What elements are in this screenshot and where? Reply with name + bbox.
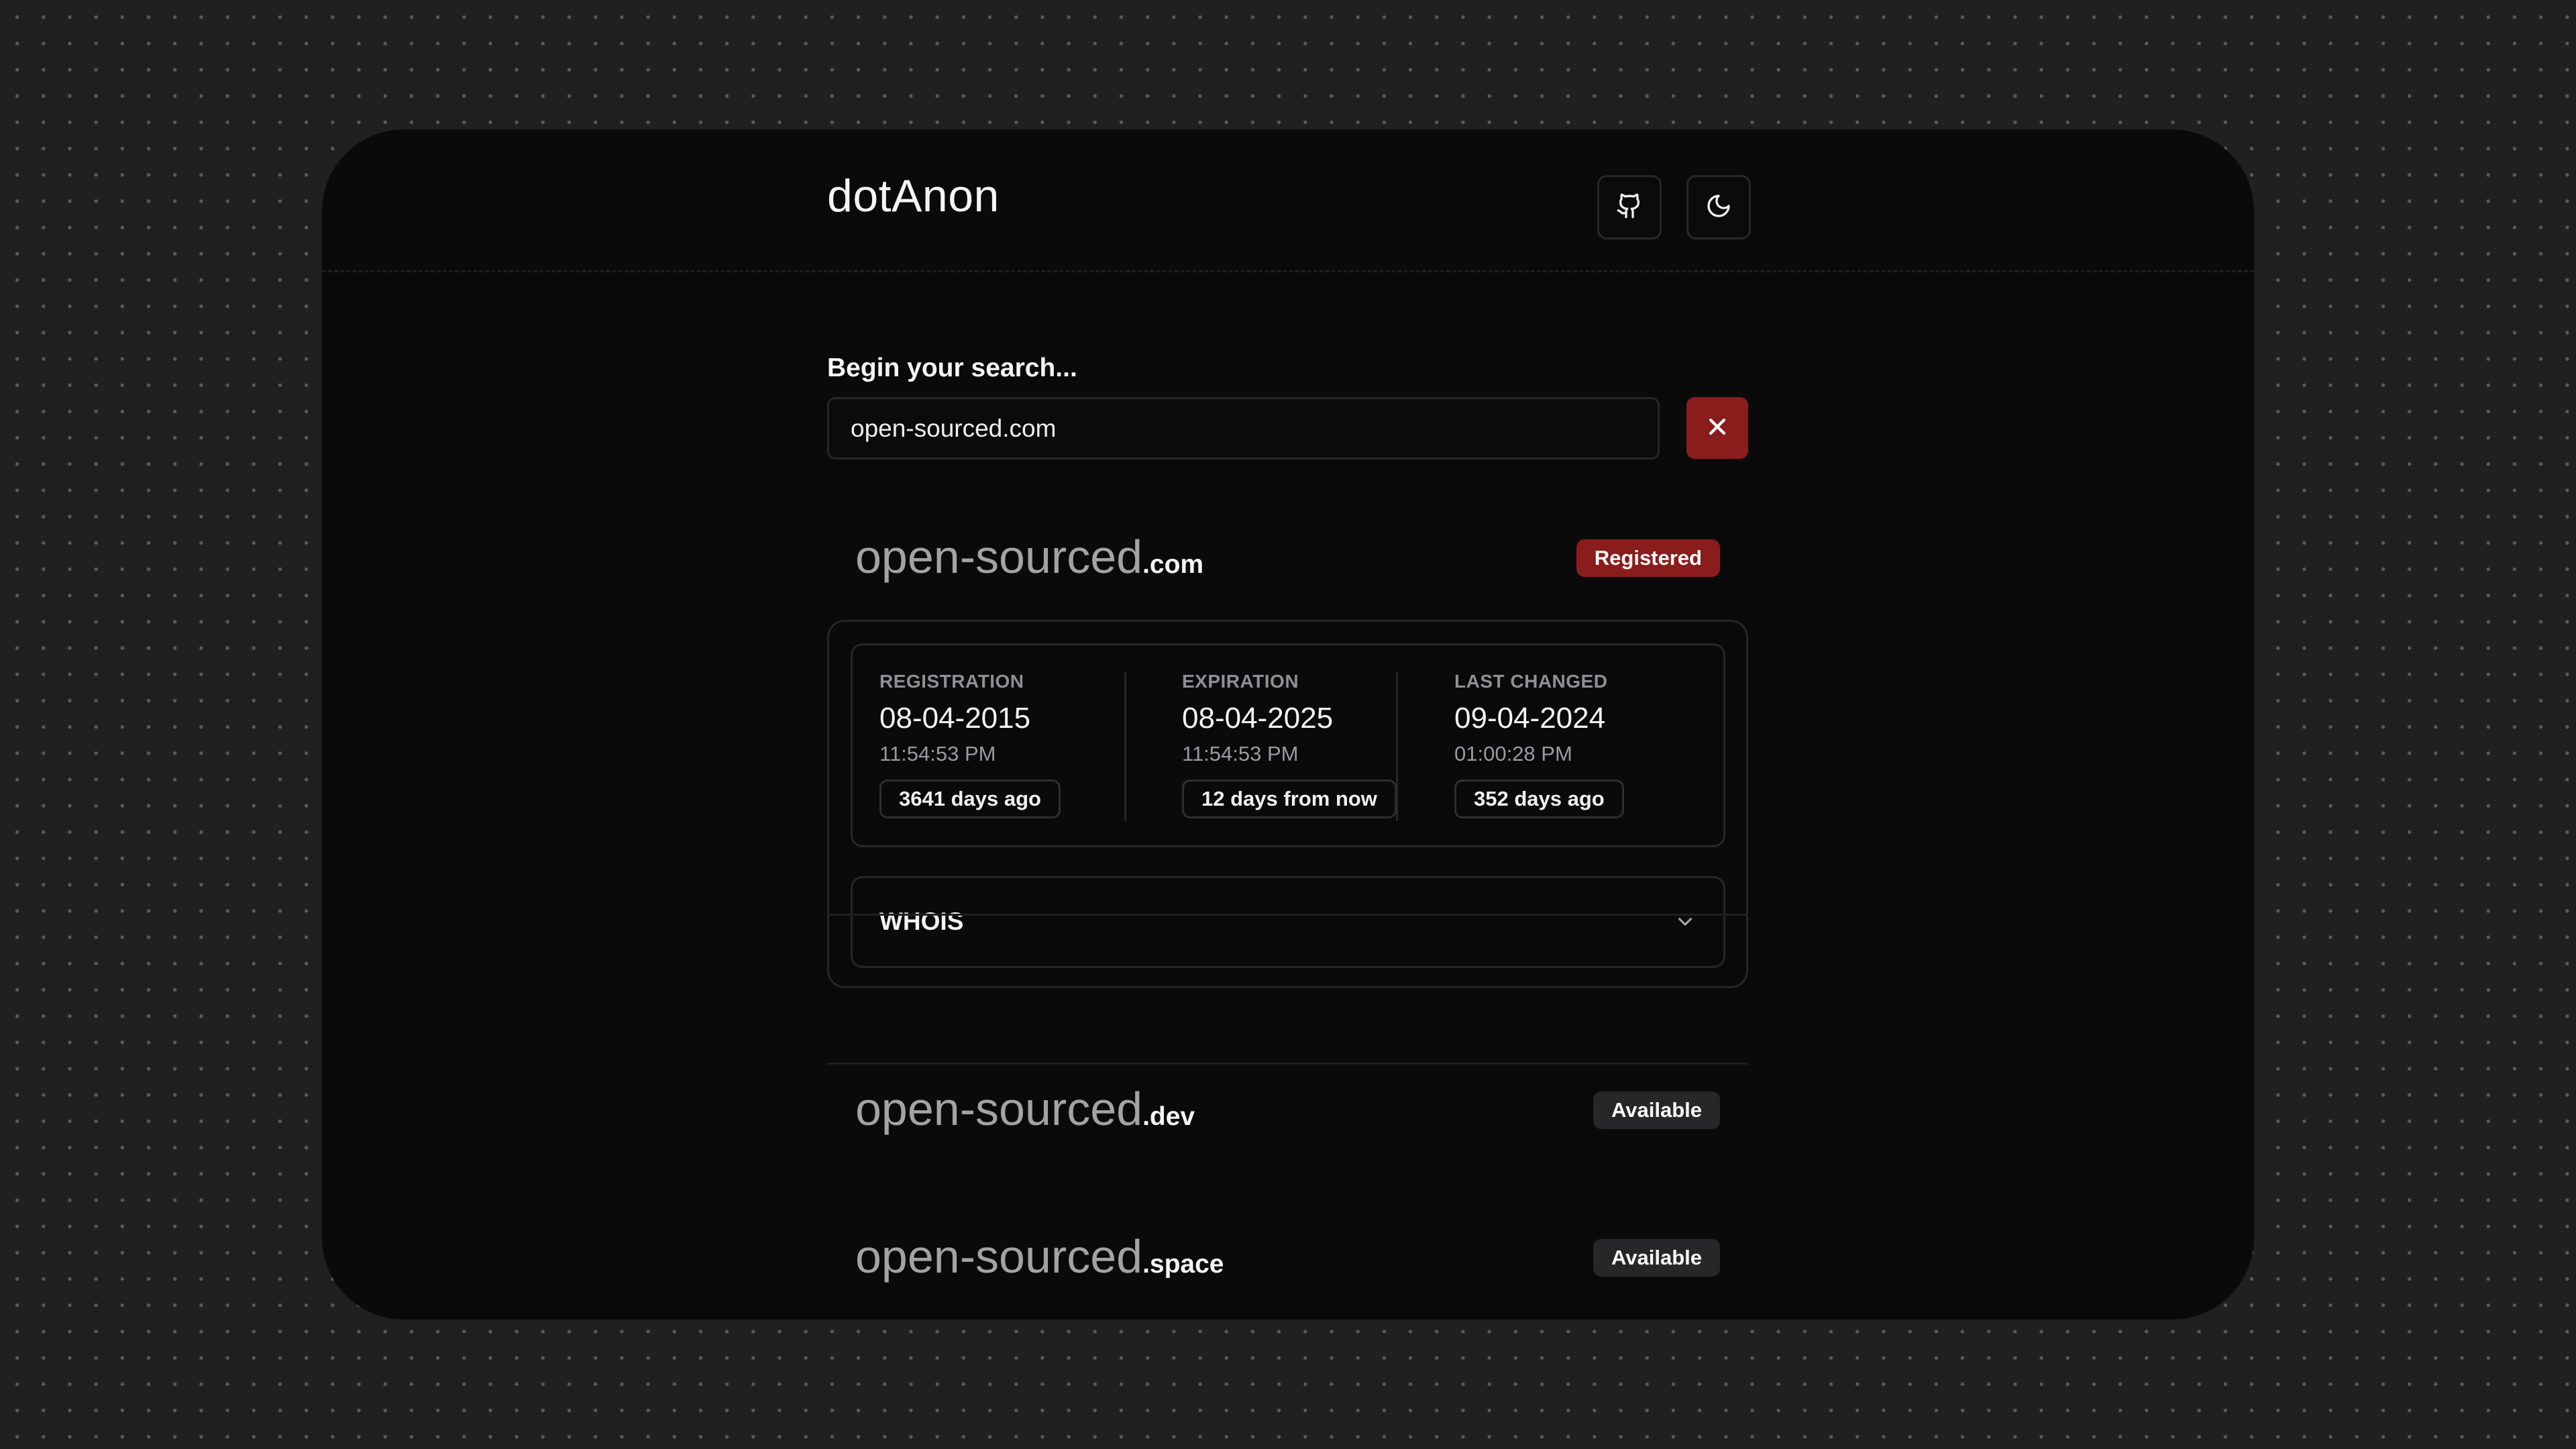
divider [827, 914, 1748, 916]
registration-relative-badge: 3641 days ago [879, 780, 1061, 818]
last-changed-column: LAST CHANGED 09-04-2024 01:00:28 PM 352 … [1454, 671, 1624, 818]
theme-toggle-button[interactable] [1686, 175, 1751, 239]
column-divider [1124, 672, 1126, 821]
column-divider [1396, 672, 1398, 821]
domain-result-dev: open-sourced.dev Available [827, 1082, 1748, 1136]
registration-time: 11:54:53 PM [879, 742, 996, 765]
app-window: dotAnon Begin your search... open-source… [322, 129, 2254, 1320]
last-changed-relative-badge: 352 days ago [1454, 780, 1624, 818]
github-icon [1616, 193, 1643, 223]
expiration-label: EXPIRATION [1182, 671, 1299, 692]
clear-search-button[interactable] [1686, 397, 1748, 459]
domain-tld: .com [1142, 550, 1204, 579]
domain-details-card: REGISTRATION 08-04-2015 11:54:53 PM 3641… [827, 620, 1748, 988]
search-label: Begin your search... [827, 354, 1077, 382]
expiration-relative-badge: 12 days from now [1182, 780, 1397, 818]
status-badge: Available [1593, 1091, 1720, 1129]
divider [827, 1063, 1748, 1065]
expiration-column: EXPIRATION 08-04-2025 11:54:53 PM 12 day… [1182, 671, 1397, 818]
registration-label: REGISTRATION [879, 671, 1024, 692]
registration-date: 08-04-2015 [879, 702, 1031, 735]
domain-name: open-sourced.com [855, 531, 1204, 583]
domain-result-space: open-sourced.space Available [827, 1230, 1748, 1283]
moon-icon [1705, 193, 1732, 223]
whois-accordion[interactable]: WHOIS [851, 876, 1725, 968]
expiration-date: 08-04-2025 [1182, 702, 1334, 735]
expiration-time: 11:54:53 PM [1182, 742, 1299, 765]
github-button[interactable] [1597, 175, 1662, 239]
search-input[interactable] [827, 397, 1660, 460]
last-changed-date: 09-04-2024 [1454, 702, 1606, 735]
domain-result-com: open-sourced.com Registered [827, 530, 1748, 584]
domain-name: open-sourced.dev [855, 1083, 1195, 1135]
app-title: dotAnon [827, 170, 1000, 221]
header: dotAnon [322, 129, 2254, 272]
dates-panel: REGISTRATION 08-04-2015 11:54:53 PM 3641… [851, 643, 1725, 847]
domain-name: open-sourced.space [855, 1230, 1224, 1283]
domain-tld: .space [1142, 1250, 1224, 1279]
domain-tld: .dev [1142, 1102, 1195, 1131]
close-icon [1706, 415, 1729, 441]
last-changed-label: LAST CHANGED [1454, 671, 1608, 692]
whois-label: WHOIS [879, 908, 964, 935]
registration-column: REGISTRATION 08-04-2015 11:54:53 PM 3641… [879, 671, 1061, 818]
last-changed-time: 01:00:28 PM [1454, 742, 1572, 765]
status-badge: Registered [1576, 539, 1720, 577]
status-badge: Available [1593, 1239, 1720, 1277]
